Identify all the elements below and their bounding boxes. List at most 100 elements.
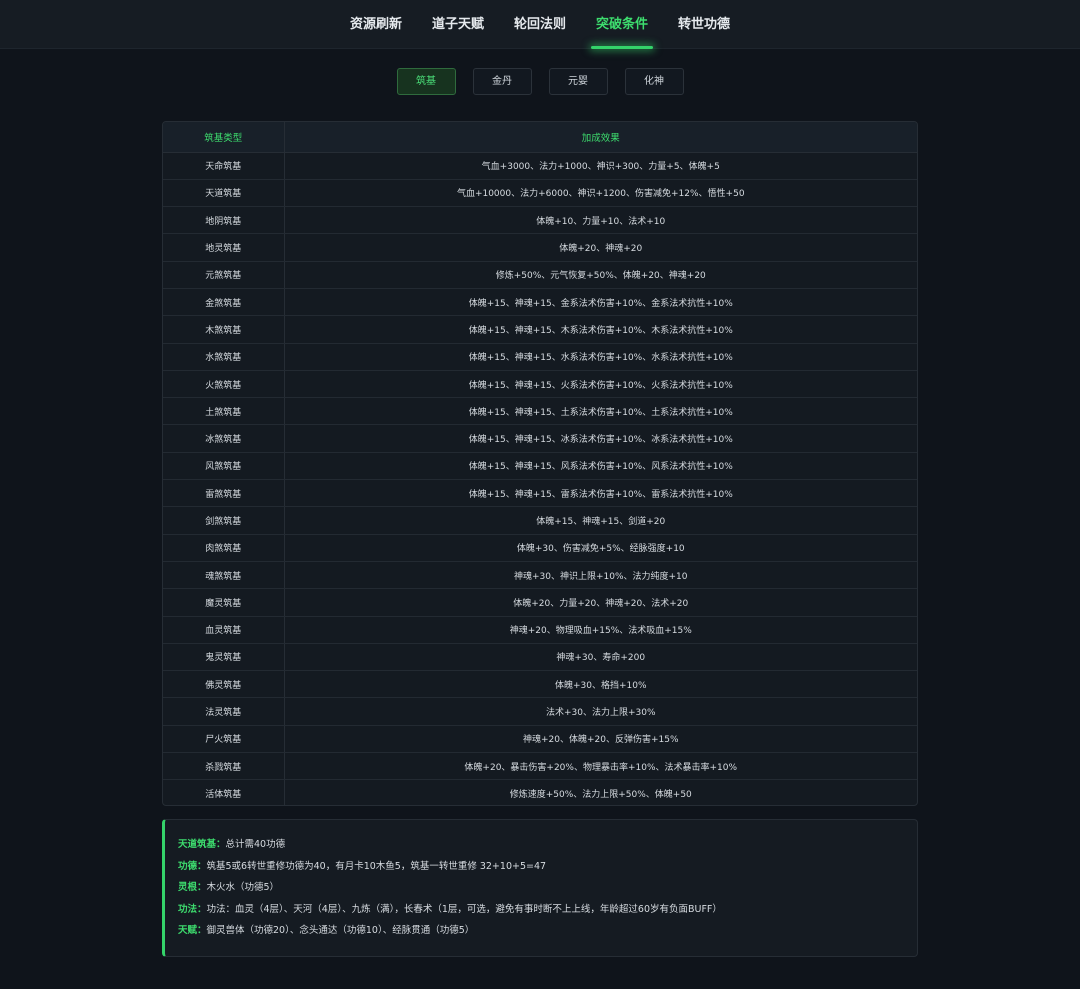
foundation-type-cell: 剑煞筑基 <box>163 506 285 535</box>
note-text: 总计需40功德 <box>225 839 286 850</box>
subtab-yuanying[interactable]: 元婴 <box>548 68 608 95</box>
foundation-type-cell: 魂煞筑基 <box>163 561 285 590</box>
table-row: 活体筑基 修炼速度+50%、法力上限+50%、体魄+50 <box>163 779 917 805</box>
note-key: 灵根： <box>178 882 207 894</box>
table-row: 木煞筑基 体魄+15、神魂+15、木系法术伤害+10%、木系法术抗性+10% <box>163 315 917 344</box>
subtab-huashen[interactable]: 化神 <box>624 68 684 95</box>
table-row: 杀戮筑基 体魄+20、暴击伤害+20%、物理暴击率+10%、法术暴击率+10% <box>163 752 917 781</box>
note-line: 天赋：御灵兽体（功德20）、念头通达（功德10）、经脉贯通（功德5） <box>178 920 904 942</box>
foundation-type-cell: 佛灵筑基 <box>163 670 285 699</box>
foundation-table: 筑基类型 加成效果 天命筑基 气血+3000、法力+1000、神识+300、力量+… <box>162 121 918 806</box>
table-row: 水煞筑基 体魄+15、神魂+15、水系法术伤害+10%、水系法术抗性+10% <box>163 343 917 371</box>
bonus-effect-cell: 神魂+20、体魄+20、反弹伤害+15% <box>284 725 917 754</box>
bonus-effect-cell: 体魄+15、神魂+15、雷系法术伤害+10%、雷系法术抗性+10% <box>284 479 917 508</box>
table-row: 剑煞筑基 体魄+15、神魂+15、剑道+20 <box>163 506 917 535</box>
bonus-effect-cell: 体魄+15、神魂+15、风系法术伤害+10%、风系法术抗性+10% <box>284 452 917 481</box>
note-text: 木火水（功德5） <box>206 882 280 894</box>
table-row: 土煞筑基 体魄+15、神魂+15、土系法术伤害+10%、土系法术抗性+10% <box>163 397 917 426</box>
tab-breakthrough-conditions[interactable]: 突破条件 <box>581 0 663 49</box>
bonus-effect-cell: 修炼+50%、元气恢复+50%、体魄+20、神魂+20 <box>284 261 917 289</box>
bonus-effect-cell: 神魂+30、寿命+200 <box>284 643 917 672</box>
table-header-row: 筑基类型 加成效果 <box>163 122 917 153</box>
note-line: 天道筑基：总计需40功德 <box>178 834 904 856</box>
table-row: 天命筑基 气血+3000、法力+1000、神识+300、力量+5、体魄+5 <box>163 152 917 180</box>
bonus-effect-cell: 气血+10000、法力+6000、神识+1200、伤害减免+12%、悟性+50 <box>284 179 917 208</box>
foundation-type-cell: 地灵筑基 <box>163 233 285 262</box>
realm-tab-bar: 筑基 金丹 元婴 化神 <box>0 68 1080 95</box>
table-row: 风煞筑基 体魄+15、神魂+15、风系法术伤害+10%、风系法术抗性+10% <box>163 452 917 481</box>
table-row: 尸火筑基 神魂+20、体魄+20、反弹伤害+15% <box>163 725 917 754</box>
foundation-type-cell: 风煞筑基 <box>163 452 285 481</box>
foundation-type-cell: 元煞筑基 <box>163 261 285 289</box>
bonus-effect-cell: 体魄+15、神魂+15、金系法术伤害+10%、金系法术抗性+10% <box>284 288 917 317</box>
table-row: 法灵筑基 法术+30、法力上限+30% <box>163 697 917 726</box>
table-row: 魂煞筑基 神魂+30、神识上限+10%、法力纯度+10 <box>163 561 917 590</box>
bonus-effect-cell: 体魄+15、神魂+15、剑道+20 <box>284 506 917 535</box>
foundation-type-cell: 血灵筑基 <box>163 616 285 644</box>
tab-reincarnation-merit[interactable]: 转世功德 <box>663 0 745 49</box>
table-row: 肉煞筑基 体魄+30、伤害减免+5%、经脉强度+10 <box>163 534 917 562</box>
foundation-type-cell: 鬼灵筑基 <box>163 643 285 672</box>
bonus-effect-cell: 神魂+30、神识上限+10%、法力纯度+10 <box>284 561 917 590</box>
foundation-type-cell: 肉煞筑基 <box>163 534 285 562</box>
notes-panel: 天道筑基：总计需40功德 功德：筑基5或6转世重修功德为40，有月卡10木鱼5，… <box>162 819 918 957</box>
bonus-effect-cell: 体魄+20、暴击伤害+20%、物理暴击率+10%、法术暴击率+10% <box>284 752 917 781</box>
bonus-effect-cell: 体魄+10、力量+10、法术+10 <box>284 206 917 235</box>
foundation-type-cell: 尸火筑基 <box>163 725 285 754</box>
table-row: 魔灵筑基 体魄+20、力量+20、神魂+20、法术+20 <box>163 588 917 617</box>
foundation-type-cell: 魔灵筑基 <box>163 588 285 617</box>
top-navigation: 资源刷新 道子天赋 轮回法则 突破条件 转世功德 <box>0 0 1080 49</box>
subtab-zhuji[interactable]: 筑基 <box>396 68 456 95</box>
bonus-effect-cell: 体魄+15、神魂+15、冰系法术伤害+10%、冰系法术抗性+10% <box>284 424 917 453</box>
bonus-effect-cell: 体魄+15、神魂+15、土系法术伤害+10%、土系法术抗性+10% <box>284 397 917 426</box>
note-key: 功德： <box>178 860 207 872</box>
foundation-type-cell: 天命筑基 <box>163 152 285 180</box>
bonus-effect-cell: 气血+3000、法力+1000、神识+300、力量+5、体魄+5 <box>284 152 917 180</box>
table-row: 地阴筑基 体魄+10、力量+10、法术+10 <box>163 206 917 235</box>
note-text: 御灵兽体（功德20）、念头通达（功德10）、经脉贯通（功德5） <box>206 925 475 937</box>
note-key: 天赋： <box>178 925 207 937</box>
table-row: 地灵筑基 体魄+20、神魂+20 <box>163 233 917 262</box>
foundation-type-cell: 法灵筑基 <box>163 697 285 726</box>
table-row: 元煞筑基 修炼+50%、元气恢复+50%、体魄+20、神魂+20 <box>163 261 917 289</box>
bonus-effect-cell: 体魄+20、力量+20、神魂+20、法术+20 <box>284 588 917 617</box>
table-row: 血灵筑基 神魂+20、物理吸血+15%、法术吸血+15% <box>163 616 917 644</box>
tab-resource-refresh[interactable]: 资源刷新 <box>335 0 417 49</box>
bonus-effect-cell: 体魄+15、神魂+15、水系法术伤害+10%、水系法术抗性+10% <box>284 343 917 371</box>
table-row: 佛灵筑基 体魄+30、格挡+10% <box>163 670 917 699</box>
column-header-effect: 加成效果 <box>284 122 917 153</box>
note-key: 天道筑基： <box>178 839 226 850</box>
note-text: 功法：血灵（4层）、天河（4层）、九炼（满），长春术（1层，可选，避免有事时断不… <box>206 903 722 915</box>
top-tab-bar: 资源刷新 道子天赋 轮回法则 突破条件 转世功德 <box>0 0 1080 49</box>
foundation-type-cell: 土煞筑基 <box>163 397 285 426</box>
note-line: 灵根：木火水（功德5） <box>178 877 904 899</box>
tab-daozi-talent[interactable]: 道子天赋 <box>417 0 499 49</box>
bonus-effect-cell: 体魄+15、神魂+15、木系法术伤害+10%、木系法术抗性+10% <box>284 315 917 344</box>
column-header-type: 筑基类型 <box>163 122 285 153</box>
bonus-effect-cell: 神魂+20、物理吸血+15%、法术吸血+15% <box>284 616 917 644</box>
foundation-type-cell: 雷煞筑基 <box>163 479 285 508</box>
bonus-effect-cell: 体魄+30、格挡+10% <box>284 670 917 699</box>
table-row: 金煞筑基 体魄+15、神魂+15、金系法术伤害+10%、金系法术抗性+10% <box>163 288 917 317</box>
foundation-type-cell: 水煞筑基 <box>163 343 285 371</box>
bonus-effect-cell: 体魄+15、神魂+15、火系法术伤害+10%、火系法术抗性+10% <box>284 370 917 399</box>
note-line: 功德：筑基5或6转世重修功德为40，有月卡10木鱼5，筑基一转世重修 32+10… <box>178 856 904 878</box>
table-row: 火煞筑基 体魄+15、神魂+15、火系法术伤害+10%、火系法术抗性+10% <box>163 370 917 399</box>
foundation-type-cell: 木煞筑基 <box>163 315 285 344</box>
note-key: 功法： <box>178 903 207 915</box>
table-row: 鬼灵筑基 神魂+30、寿命+200 <box>163 643 917 672</box>
bonus-effect-cell: 修炼速度+50%、法力上限+50%、体魄+50 <box>509 790 692 801</box>
foundation-type-cell: 地阴筑基 <box>163 206 285 235</box>
note-line: 功法：功法：血灵（4层）、天河（4层）、九炼（满），长春术（1层，可选，避免有事… <box>178 899 904 921</box>
bonus-effect-cell: 体魄+30、伤害减免+5%、经脉强度+10 <box>284 534 917 562</box>
bonus-effect-cell: 体魄+20、神魂+20 <box>284 233 917 262</box>
foundation-type-cell: 火煞筑基 <box>163 370 285 399</box>
foundation-type-cell: 杀戮筑基 <box>163 752 285 781</box>
tab-reincarnation-rules[interactable]: 轮回法则 <box>499 0 581 49</box>
bonus-effect-cell: 法术+30、法力上限+30% <box>284 697 917 726</box>
note-text: 筑基5或6转世重修功德为40，有月卡10木鱼5，筑基一转世重修 32+10+5=… <box>206 860 547 872</box>
table-row: 天道筑基 气血+10000、法力+6000、神识+1200、伤害减免+12%、悟性… <box>163 179 917 208</box>
table-row: 雷煞筑基 体魄+15、神魂+15、雷系法术伤害+10%、雷系法术抗性+10% <box>163 479 917 508</box>
subtab-jindan[interactable]: 金丹 <box>472 68 532 95</box>
foundation-type-cell: 天道筑基 <box>163 179 285 208</box>
